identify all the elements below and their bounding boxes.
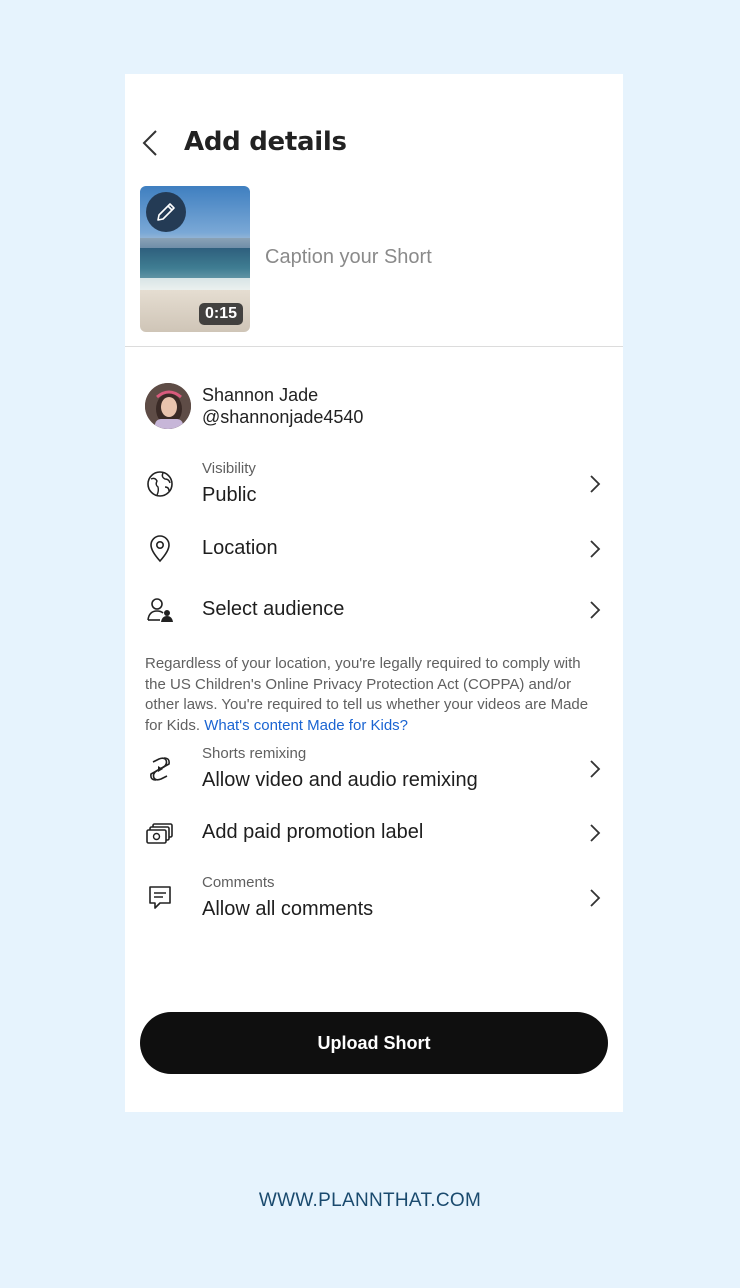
audience-label: Select audience bbox=[202, 598, 345, 620]
visibility-value: Public bbox=[202, 484, 257, 506]
chevron-right-icon bbox=[590, 601, 601, 619]
audience-row[interactable]: Select audience bbox=[125, 582, 623, 638]
visibility-label: Visibility bbox=[202, 460, 256, 477]
account-info: Shannon Jade @shannonjade4540 bbox=[145, 383, 605, 431]
account-handle: @shannonjade4540 bbox=[202, 407, 364, 427]
back-button[interactable] bbox=[139, 128, 163, 158]
audience-icon bbox=[147, 598, 173, 622]
pencil-icon bbox=[157, 203, 175, 221]
chevron-left-icon bbox=[142, 130, 157, 156]
video-thumbnail[interactable]: 0:15 bbox=[140, 186, 250, 332]
comments-value: Allow all comments bbox=[202, 898, 374, 920]
comments-label: Comments bbox=[202, 874, 275, 891]
paid-promotion-row[interactable]: Add paid promotion label bbox=[125, 805, 623, 861]
paid-promotion-icon bbox=[146, 823, 173, 844]
remixing-row[interactable]: Shorts remixing Allow video and audio re… bbox=[125, 741, 623, 797]
upload-short-button[interactable]: Upload Short bbox=[140, 1012, 608, 1074]
video-duration: 0:15 bbox=[198, 303, 243, 325]
caption-input[interactable]: Caption your Short bbox=[265, 246, 432, 269]
globe-icon bbox=[147, 471, 173, 497]
comment-icon bbox=[149, 886, 171, 909]
edit-thumbnail-button[interactable] bbox=[146, 192, 186, 232]
page-title: Add details bbox=[184, 127, 347, 157]
paid-promotion-label: Add paid promotion label bbox=[202, 821, 424, 843]
comments-row[interactable]: Comments Allow all comments bbox=[125, 870, 623, 926]
chevron-right-icon bbox=[590, 824, 601, 842]
chevron-right-icon bbox=[590, 475, 601, 493]
visibility-row[interactable]: Visibility Public bbox=[125, 456, 623, 512]
remixing-label: Shorts remixing bbox=[202, 745, 307, 762]
website-footer: WWW.PLANNTHAT.COM bbox=[258, 1190, 482, 1211]
avatar bbox=[145, 383, 191, 429]
made-for-kids-link[interactable]: What's content Made for Kids? bbox=[204, 717, 408, 734]
location-label: Location bbox=[202, 537, 278, 559]
chevron-right-icon bbox=[590, 760, 601, 778]
location-row[interactable]: Location bbox=[125, 521, 623, 577]
chevron-right-icon bbox=[590, 540, 601, 558]
location-pin-icon bbox=[150, 535, 170, 563]
chevron-right-icon bbox=[590, 889, 601, 907]
account-name: Shannon Jade bbox=[202, 385, 319, 405]
add-details-screen: Add details 0:15 Caption your Short Shan… bbox=[125, 74, 623, 1112]
coppa-notice: Regardless of your location, you're lega… bbox=[145, 654, 605, 736]
divider bbox=[125, 346, 623, 347]
remixing-value: Allow video and audio remixing bbox=[202, 769, 478, 791]
shorts-remix-icon bbox=[150, 757, 170, 781]
